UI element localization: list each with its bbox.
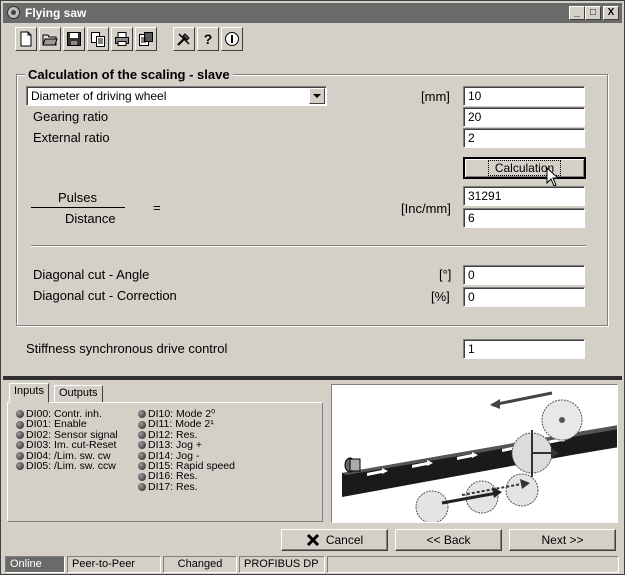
status-empty xyxy=(327,556,619,573)
list-item: DI17: Res. xyxy=(138,481,235,492)
pulses-label: Pulses xyxy=(58,190,98,205)
maximize-button[interactable]: □ xyxy=(585,6,601,20)
correction-label: Diagonal cut - Correction xyxy=(33,288,177,303)
pulses-input[interactable]: 31291 xyxy=(463,186,585,206)
minimize-button[interactable]: _ xyxy=(569,6,585,20)
led-icon xyxy=(138,441,146,450)
scaling-method-combo[interactable]: Diameter of driving wheel xyxy=(26,86,327,106)
status-bar: Online Peer-to-Peer Changed PROFIBUS DP xyxy=(3,556,622,573)
print-icon[interactable] xyxy=(111,27,133,51)
equals-sign: = xyxy=(153,200,161,215)
title-bar[interactable]: Flying saw _ □ X xyxy=(3,3,622,23)
led-icon xyxy=(16,420,24,429)
led-icon xyxy=(16,431,24,440)
flying-saw-illustration xyxy=(331,384,618,523)
fraction-unit: [Inc/mm] xyxy=(401,201,451,216)
angle-unit: [°] xyxy=(439,267,452,282)
back-button[interactable]: << Back xyxy=(395,529,502,551)
app-icon xyxy=(7,6,20,19)
calculation-button[interactable]: Calculation xyxy=(463,157,586,179)
inputs-left-list: DI00: Contr. inh. DI01: Enable DI02: Sen… xyxy=(16,409,118,471)
led-icon xyxy=(16,410,24,419)
diameter-unit: [mm] xyxy=(421,89,450,104)
group-title: Calculation of the scaling - slave xyxy=(25,67,233,82)
next-button[interactable]: Next >> xyxy=(509,529,616,551)
fraction-line xyxy=(31,207,125,208)
list-item: DI05: /Lim. sw. ccw xyxy=(16,461,118,471)
stiffness-input[interactable]: 1 xyxy=(463,339,585,359)
mouse-cursor-icon xyxy=(546,167,560,187)
copy-icon[interactable] xyxy=(87,27,109,51)
led-icon xyxy=(16,441,24,450)
external-ratio-label: External ratio xyxy=(33,130,110,145)
status-online: Online xyxy=(5,556,65,573)
cancel-button-label: Cancel xyxy=(325,533,364,547)
led-icon xyxy=(138,420,146,429)
gearing-label: Gearing ratio xyxy=(33,109,109,124)
led-icon xyxy=(138,410,146,419)
divider xyxy=(31,245,586,247)
chevron-down-icon[interactable] xyxy=(309,88,325,104)
led-icon xyxy=(138,462,146,471)
new-file-icon[interactable] xyxy=(15,27,37,51)
gearing-input[interactable]: 20 xyxy=(463,107,585,127)
tools-icon[interactable] xyxy=(173,27,195,51)
external-ratio-input[interactable]: 2 xyxy=(463,128,585,148)
led-icon xyxy=(138,472,146,481)
window-title: Flying saw xyxy=(25,6,87,20)
io-panel: DI00: Contr. inh. DI01: Enable DI02: Sen… xyxy=(7,402,323,522)
distance-input[interactable]: 6 xyxy=(463,208,585,228)
correction-input[interactable]: 0 xyxy=(463,287,585,307)
diameter-input[interactable]: 10 xyxy=(463,86,585,106)
combo-value: Diameter of driving wheel xyxy=(31,89,167,103)
correction-unit: [%] xyxy=(431,289,450,304)
inputs-right-list: DI10: Mode 2⁰ DI11: Mode 2¹ DI12: Res. D… xyxy=(138,409,235,492)
led-icon xyxy=(138,451,146,460)
led-icon xyxy=(16,462,24,471)
application-window: Flying saw _ □ X ? Calculation of the sc… xyxy=(0,0,625,575)
info-icon[interactable] xyxy=(221,27,243,51)
toolbar: ? xyxy=(9,27,249,53)
stiffness-label: Stiffness synchronous drive control xyxy=(26,341,228,356)
tab-outputs[interactable]: Outputs xyxy=(54,385,103,403)
distance-label: Distance xyxy=(65,211,116,226)
export-icon[interactable] xyxy=(135,27,157,51)
angle-input[interactable]: 0 xyxy=(463,265,585,285)
open-folder-icon[interactable] xyxy=(39,27,61,51)
tab-inputs[interactable]: Inputs xyxy=(9,383,49,403)
flying-saw-diagram xyxy=(342,391,617,522)
save-icon[interactable] xyxy=(63,27,85,51)
angle-label: Diagonal cut - Angle xyxy=(33,267,150,282)
help-icon[interactable]: ? xyxy=(197,27,219,51)
led-icon xyxy=(138,431,146,440)
close-icon xyxy=(306,533,319,547)
next-button-label: Next >> xyxy=(541,533,584,547)
back-button-label: << Back xyxy=(426,533,471,547)
status-changed: Changed xyxy=(163,556,237,573)
panel-separator xyxy=(3,376,622,380)
status-mode: Peer-to-Peer xyxy=(67,556,161,573)
led-icon xyxy=(16,451,24,460)
close-button[interactable]: X xyxy=(603,6,619,20)
status-bus: PROFIBUS DP xyxy=(239,556,325,573)
led-icon xyxy=(138,483,146,492)
cancel-button[interactable]: Cancel xyxy=(281,529,388,551)
